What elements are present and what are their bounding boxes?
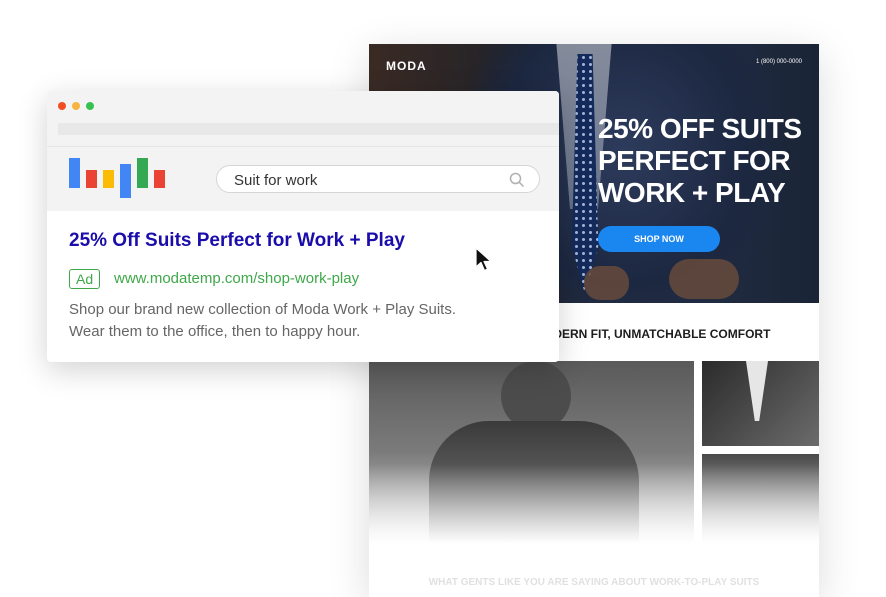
logo-bar-1 [69, 158, 80, 188]
logo-bar-6 [154, 170, 165, 188]
cufflink-photo-shirt [746, 361, 768, 421]
ad-description-line-1: Shop our brand new collection of Moda Wo… [69, 301, 457, 318]
shop-now-button[interactable]: SHOP NOW [598, 226, 720, 252]
logo-bar-4 [120, 164, 131, 198]
logo-bar-5 [137, 158, 148, 188]
hero-headline: 25% OFF SUITS PERFECT FOR WORK + PLAY [598, 113, 808, 209]
close-window-dot[interactable] [58, 102, 66, 110]
search-icon[interactable] [509, 172, 525, 188]
search-input[interactable]: Suit for work [216, 165, 540, 193]
chrome-divider [47, 146, 559, 147]
search-engine-logo[interactable] [69, 158, 169, 198]
mouse-cursor-icon [475, 247, 492, 272]
ad-description: Shop our brand new collection of Moda Wo… [69, 299, 539, 343]
testimonials-heading: WHAT GENTS LIKE YOU ARE SAYING ABOUT WOR… [428, 577, 760, 588]
brand-logo[interactable]: MODA [386, 59, 427, 73]
ad-description-line-2: Wear them to the office, then to happy h… [69, 323, 361, 340]
cufflink-photo [702, 361, 819, 446]
ad-badge: Ad [69, 269, 101, 289]
maximize-window-dot[interactable] [86, 102, 94, 110]
hero-photo-hand [669, 259, 739, 299]
headline-line-2: PERFECT FOR [598, 145, 791, 176]
logo-bar-2 [86, 170, 97, 188]
ad-headline-link[interactable]: 25% Off Suits Perfect for Work + Play [69, 230, 405, 252]
browser-window: Suit for work 25% Off Suits Perfect for … [47, 91, 559, 362]
phone-number: 1 (800) 000-0000 [755, 59, 802, 65]
hero-photo-hand-left [584, 266, 629, 300]
ad-display-url[interactable]: www.modatemp.com/shop-work-play [114, 270, 359, 287]
headline-line-1: 25% OFF SUITS [598, 113, 802, 144]
search-query: Suit for work [234, 172, 318, 189]
address-bar[interactable] [58, 123, 559, 135]
tagline: ODERN FIT, UNMATCHABLE COMFORT [544, 327, 771, 341]
headline-line-3: WORK + PLAY [598, 177, 786, 208]
minimize-window-dot[interactable] [72, 102, 80, 110]
logo-bar-3 [103, 170, 114, 188]
